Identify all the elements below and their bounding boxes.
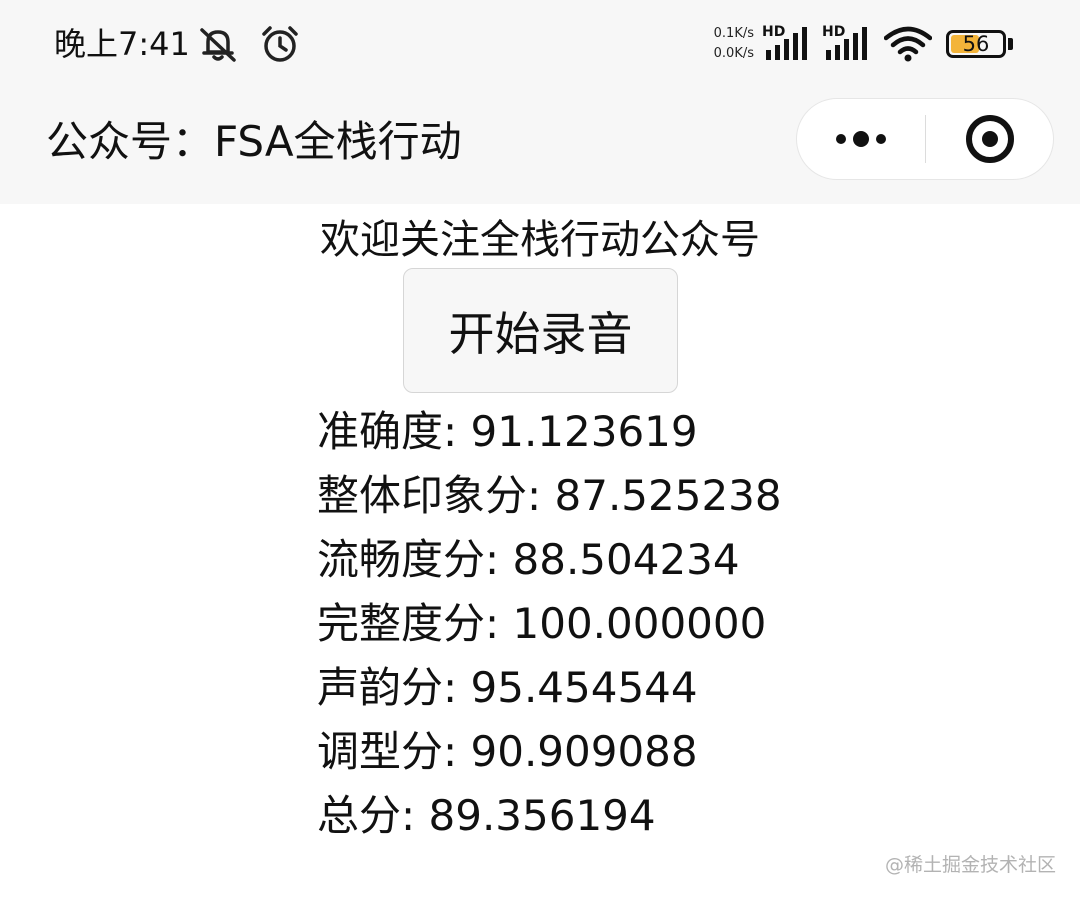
signal-strength-2: HD <box>822 24 874 62</box>
welcome-text: 欢迎关注全栈行动公众号 <box>320 217 760 263</box>
alarm-icon <box>258 22 302 70</box>
status-left-icons <box>196 22 302 70</box>
miniprogram-close-icon <box>966 115 1014 163</box>
watermark: @稀土掘金技术社区 <box>884 854 1056 876</box>
page-title: 公众号：FSA全栈行动 <box>46 117 462 166</box>
overall-impression-score: 整体印象分: 87.525238 <box>317 471 782 520</box>
hd-label: HD <box>762 24 786 40</box>
fluency-score: 流畅度分: 88.504234 <box>317 535 740 584</box>
more-dots-icon <box>836 131 886 147</box>
mini-program-capsule <box>796 98 1054 180</box>
network-speed-down: 0.0K/s <box>713 46 754 61</box>
status-time: 晚上7:41 <box>54 25 190 63</box>
status-bar: 晚上7:41 0.1K/s 0.0K/s HD HD 56 <box>0 0 1080 90</box>
wifi-icon <box>883 24 933 68</box>
close-button[interactable] <box>926 99 1054 179</box>
battery-indicator: 56 <box>946 30 1006 58</box>
accuracy-score: 准确度: 91.123619 <box>317 407 698 456</box>
tone-score: 调型分: 90.909088 <box>317 727 698 776</box>
battery-level: 56 <box>962 32 990 56</box>
hd-label: HD <box>822 24 846 40</box>
total-score: 总分: 89.356194 <box>317 791 656 840</box>
more-button[interactable] <box>797 99 925 179</box>
battery-terminal <box>1008 38 1013 50</box>
signal-strength-1: HD <box>762 24 814 62</box>
phone-score: 声韵分: 95.454544 <box>317 663 698 712</box>
mute-icon <box>196 22 240 70</box>
network-speed: 0.1K/s 0.0K/s <box>700 24 754 64</box>
start-recording-button[interactable]: 开始录音 <box>403 268 678 393</box>
score-results: 准确度: 91.123619 整体印象分: 87.525238 流畅度分: 88… <box>317 400 782 848</box>
completeness-score: 完整度分: 100.000000 <box>317 599 767 648</box>
network-speed-up: 0.1K/s <box>713 26 754 41</box>
mini-program-nav-bar: 公众号：FSA全栈行动 <box>0 90 1080 204</box>
